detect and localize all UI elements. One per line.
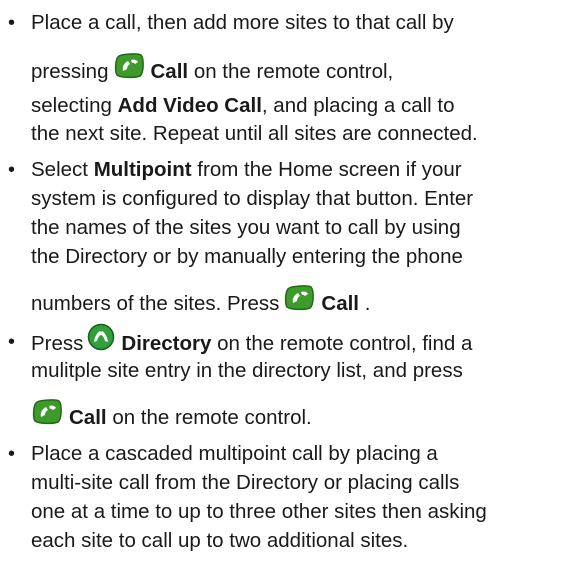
- text-line: the next site. Repeat until all sites ar…: [31, 117, 478, 151]
- text-line: pressing Call on the remote control,: [31, 53, 393, 92]
- bullet-marker: •: [8, 159, 16, 181]
- text-span: on the remote control.: [112, 405, 312, 429]
- text-span: Press: [31, 331, 84, 355]
- text-span: , and placing a call to: [261, 94, 455, 117]
- bold-term: Call: [321, 291, 359, 315]
- bullet-marker: •: [8, 12, 16, 34]
- text-span: on the remote control,: [193, 59, 394, 83]
- text-span: one at a time to up to three other sites…: [31, 500, 487, 523]
- text-span: Select: [31, 158, 88, 181]
- bold-term: Call: [150, 59, 189, 83]
- document-page: • Place a call, then add more sites to t…: [0, 0, 569, 566]
- text-span: pressing: [31, 59, 109, 83]
- text-span: each site to call up to two additional s…: [31, 529, 409, 552]
- text-span: Place a cascaded multipoint call by plac…: [31, 442, 438, 465]
- bold-term: Add Video Call: [117, 94, 262, 117]
- bullet-marker: •: [8, 331, 16, 353]
- text-span: numbers of the sites. Press: [31, 291, 280, 315]
- text-line: each site to call up to two additional s…: [31, 524, 408, 558]
- call-button-icon: [31, 397, 63, 436]
- bold-term: Multipoint: [93, 158, 192, 181]
- text-span: mulitple site entry in the directory lis…: [31, 359, 463, 382]
- text-span: Place a call, then add more sites to tha…: [31, 11, 454, 34]
- text-span: from the Home screen if your: [197, 158, 462, 181]
- text-span: multi-site call from the Directory or pl…: [31, 471, 460, 494]
- text-line: Place a call, then add more sites to tha…: [31, 6, 454, 40]
- text-span: the next site. Repeat until all sites ar…: [31, 122, 478, 145]
- text-span: selecting: [31, 94, 112, 117]
- text-span: the names of the sites you want to call …: [31, 216, 461, 239]
- text-line: mulitple site entry in the directory lis…: [31, 354, 463, 388]
- call-button-icon: [113, 51, 145, 90]
- call-button-icon: [283, 283, 315, 322]
- text-span: the Directory or by manually entering th…: [31, 245, 463, 268]
- text-line: the Directory or by manually entering th…: [31, 240, 463, 274]
- bold-term: Directory: [121, 331, 212, 355]
- text-span: .: [364, 291, 371, 315]
- bullet-marker: •: [8, 443, 16, 465]
- text-span: system is configured to display that but…: [31, 187, 474, 210]
- text-line: numbers of the sites. Press Call .: [31, 285, 370, 324]
- bold-term: Call: [69, 405, 107, 429]
- text-line: Call on the remote control.: [31, 399, 312, 438]
- text-span: on the remote control, find a: [217, 331, 473, 355]
